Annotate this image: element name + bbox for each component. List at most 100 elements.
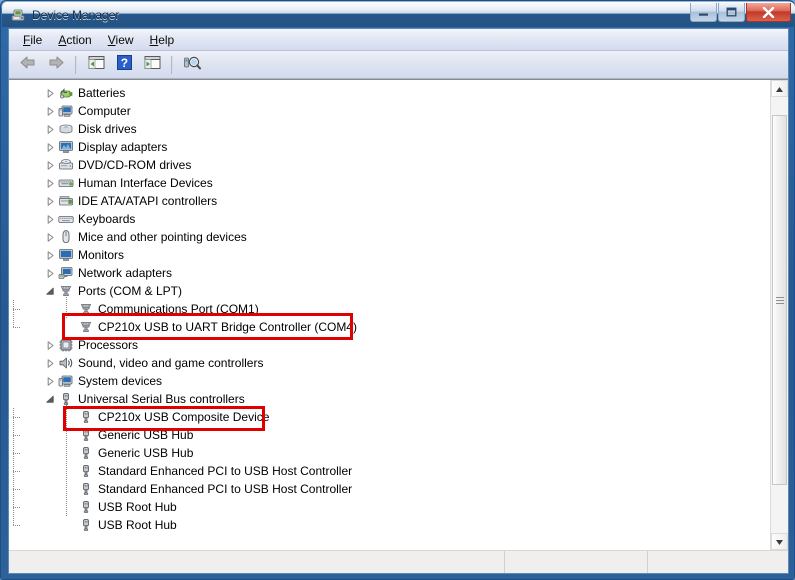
menu-file-rest: ile (30, 32, 43, 47)
tree-connector (13, 408, 78, 426)
tree-item[interactable]: Sound, video and game controllers (9, 354, 263, 372)
expand-chevron-icon[interactable] (42, 372, 58, 390)
tree-item[interactable]: Standard Enhanced PCI to USB Host Contro… (9, 462, 352, 480)
caption-buttons (690, 3, 791, 22)
tree-connector (13, 300, 78, 318)
tree-item[interactable]: Human Interface Devices (9, 174, 213, 192)
menu-file[interactable]: File (15, 31, 50, 49)
tree-item[interactable]: Communications Port (COM1) (9, 300, 259, 318)
expand-chevron-icon[interactable] (42, 156, 58, 174)
tree-item[interactable]: IDE ATA/ATAPI controllers (9, 192, 217, 210)
scroll-up-arrow-icon (775, 80, 784, 98)
tree-item[interactable]: DVD/CD-ROM drives (9, 156, 191, 174)
vertical-scrollbar[interactable] (770, 80, 788, 550)
tree-item[interactable]: System devices (9, 372, 162, 390)
tree-item-label: IDE ATA/ATAPI controllers (78, 194, 218, 208)
title-bar[interactable]: Device Manager (2, 2, 795, 27)
tree-connector (13, 498, 78, 516)
help-question-icon: ? (116, 54, 132, 75)
tree-item[interactable]: Ports (COM & LPT) (9, 282, 182, 300)
tree-item[interactable]: USB Root Hub (9, 498, 177, 516)
usb-icon (78, 409, 94, 425)
tree-item[interactable]: CP210x USB Composite Device (9, 408, 269, 426)
expand-chevron-icon[interactable] (42, 138, 58, 156)
expand-chevron-icon[interactable] (42, 228, 58, 246)
expand-chevron-icon[interactable] (42, 264, 58, 282)
tree-item-label: Sound, video and game controllers (78, 356, 264, 370)
expand-chevron-icon[interactable] (42, 174, 58, 192)
tree-item[interactable]: Computer (9, 102, 131, 120)
back-button[interactable] (15, 52, 41, 77)
scrollbar-track[interactable] (771, 97, 788, 533)
expand-chevron-icon[interactable] (42, 210, 58, 228)
tree-item[interactable]: Processors (9, 336, 138, 354)
tree-item[interactable]: Display adapters (9, 138, 167, 156)
tree-item-label: CP210x USB to UART Bridge Controller (CO… (98, 320, 357, 334)
maximize-button[interactable] (718, 3, 745, 22)
menu-action[interactable]: Action (50, 31, 99, 49)
computer-icon (58, 103, 74, 119)
console-tree-icon (88, 55, 105, 75)
menu-bar: File Action View Help (9, 29, 788, 51)
client-area: File Action View Help ? Batteries Comput… (8, 28, 789, 574)
collapse-chevron-icon[interactable] (42, 282, 58, 300)
expand-chevron-icon[interactable] (42, 84, 58, 102)
show-hide-console-tree-button[interactable] (83, 52, 109, 77)
back-arrow-icon (19, 55, 37, 75)
expand-chevron-icon[interactable] (42, 336, 58, 354)
expand-chevron-icon[interactable] (42, 354, 58, 372)
expand-chevron-icon[interactable] (42, 246, 58, 264)
dvd-drive-icon (58, 157, 74, 173)
tree-item[interactable]: Keyboards (9, 210, 135, 228)
window-title: Device Manager (32, 7, 120, 22)
usb-icon (78, 499, 94, 515)
tree-item[interactable]: Disk drives (9, 120, 137, 138)
tree-item-label: USB Root Hub (98, 518, 177, 532)
device-manager-window: Device Manager File Action View Help ? B… (0, 0, 795, 580)
toolbar: ? (9, 51, 788, 79)
tree-item[interactable]: Batteries (9, 84, 125, 102)
close-button[interactable] (746, 3, 791, 22)
collapse-chevron-icon[interactable] (42, 390, 58, 408)
help-button[interactable]: ? (111, 52, 137, 77)
expand-chevron-icon[interactable] (42, 102, 58, 120)
tree-guide-line (66, 399, 67, 516)
device-tree[interactable]: Batteries Computer Disk drives Display adap… (9, 80, 770, 550)
disk-drive-icon (58, 121, 74, 137)
tree-item-label: Generic USB Hub (98, 446, 194, 460)
menu-view[interactable]: View (100, 31, 142, 49)
tree-item[interactable]: Network adapters (9, 264, 172, 282)
expand-chevron-icon[interactable] (42, 192, 58, 210)
scroll-down-arrow-icon (775, 533, 784, 551)
tree-connector (13, 462, 78, 480)
expand-chevron-icon[interactable] (42, 120, 58, 138)
tree-item[interactable]: Universal Serial Bus controllers (9, 390, 245, 408)
scan-hardware-icon (183, 55, 201, 75)
scan-hardware-changes-button[interactable] (179, 52, 205, 77)
sound-icon (58, 355, 74, 371)
tree-connector (13, 426, 78, 444)
tree-item[interactable]: Monitors (9, 246, 124, 264)
tree-item[interactable]: Mice and other pointing devices (9, 228, 247, 246)
monitor-icon (58, 247, 74, 263)
menu-action-rest: ction (66, 32, 92, 47)
tree-item-label: Ports (COM & LPT) (78, 284, 183, 298)
forward-button[interactable] (43, 52, 69, 77)
tree-item-label: Batteries (78, 86, 126, 100)
properties-button[interactable] (139, 52, 165, 77)
tree-item[interactable]: CP210x USB to UART Bridge Controller (CO… (9, 318, 357, 336)
scroll-up-button[interactable] (771, 80, 788, 97)
mouse-icon (58, 229, 74, 245)
tree-item[interactable]: USB Root Hub (9, 516, 177, 534)
tree-item[interactable]: Standard Enhanced PCI to USB Host Contro… (9, 480, 352, 498)
menu-help[interactable]: Help (142, 31, 183, 49)
minimize-button[interactable] (690, 3, 717, 22)
scroll-down-button[interactable] (771, 533, 788, 550)
scrollbar-thumb[interactable] (772, 115, 787, 485)
tree-item[interactable]: Generic USB Hub (9, 444, 193, 462)
network-adapter-icon (58, 265, 74, 281)
usb-icon (78, 445, 94, 461)
tree-item-label: Standard Enhanced PCI to USB Host Contro… (98, 464, 353, 478)
tree-item[interactable]: Generic USB Hub (9, 426, 193, 444)
tree-item-label: Keyboards (78, 212, 136, 226)
